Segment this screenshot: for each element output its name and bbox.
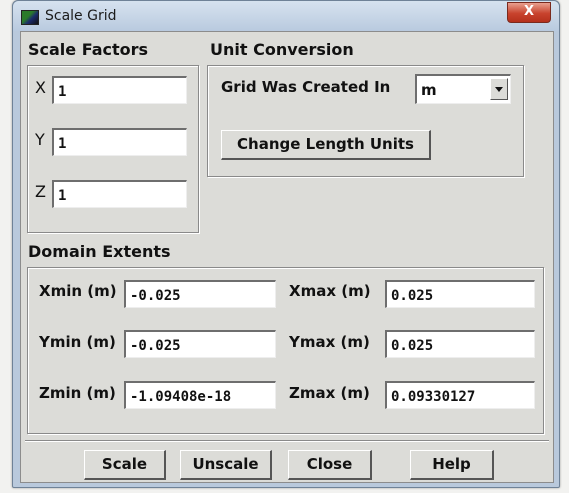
- change-length-units-button[interactable]: Change Length Units: [221, 130, 431, 160]
- title-bar[interactable]: Scale Grid X: [13, 1, 559, 31]
- zmin-label: Zmin (m): [39, 384, 116, 402]
- dialog-body: Scale Factors X 1 Y 1 Z 1 Unit Conversio…: [20, 31, 554, 483]
- unit-conversion-label: Unit Conversion: [210, 40, 354, 59]
- chevron-down-icon[interactable]: [490, 78, 508, 100]
- domain-extents-label: Domain Extents: [28, 242, 171, 261]
- window-title: Scale Grid: [45, 8, 117, 24]
- grid-unit-value: m: [421, 81, 437, 99]
- z-scale-input[interactable]: 1: [52, 180, 187, 208]
- x-scale-label: X: [35, 78, 46, 97]
- y-scale-label: Y: [35, 130, 45, 149]
- y-scale-input[interactable]: 1: [52, 128, 187, 156]
- grid-created-in-label: Grid Was Created In: [221, 78, 391, 96]
- xmax-label: Xmax (m): [289, 282, 371, 300]
- scale-button[interactable]: Scale: [84, 450, 166, 480]
- z-scale-label: Z: [35, 182, 46, 201]
- close-button[interactable]: Close: [288, 450, 372, 480]
- help-button[interactable]: Help: [410, 450, 494, 480]
- ymin-field[interactable]: -0.025: [124, 330, 276, 358]
- grid-unit-select[interactable]: m: [415, 74, 511, 104]
- scale-grid-window: Scale Grid X Scale Factors X 1 Y 1 Z 1 U…: [12, 0, 560, 488]
- ymax-field[interactable]: 0.025: [385, 330, 535, 358]
- scale-factors-label: Scale Factors: [28, 40, 149, 59]
- xmin-label: Xmin (m): [39, 282, 117, 300]
- ymin-label: Ymin (m): [39, 333, 116, 351]
- zmax-field[interactable]: 0.09330127: [385, 381, 535, 409]
- xmax-field[interactable]: 0.025: [385, 280, 535, 308]
- button-separator: [25, 440, 549, 442]
- ymax-label: Ymax (m): [289, 333, 370, 351]
- xmin-field[interactable]: -0.025: [124, 280, 276, 308]
- zmin-field[interactable]: -1.09408e-18: [124, 381, 276, 409]
- x-scale-input[interactable]: 1: [52, 76, 187, 104]
- app-icon: [21, 10, 39, 25]
- close-window-button[interactable]: X: [507, 2, 551, 23]
- unscale-button[interactable]: Unscale: [180, 450, 272, 480]
- zmax-label: Zmax (m): [289, 384, 370, 402]
